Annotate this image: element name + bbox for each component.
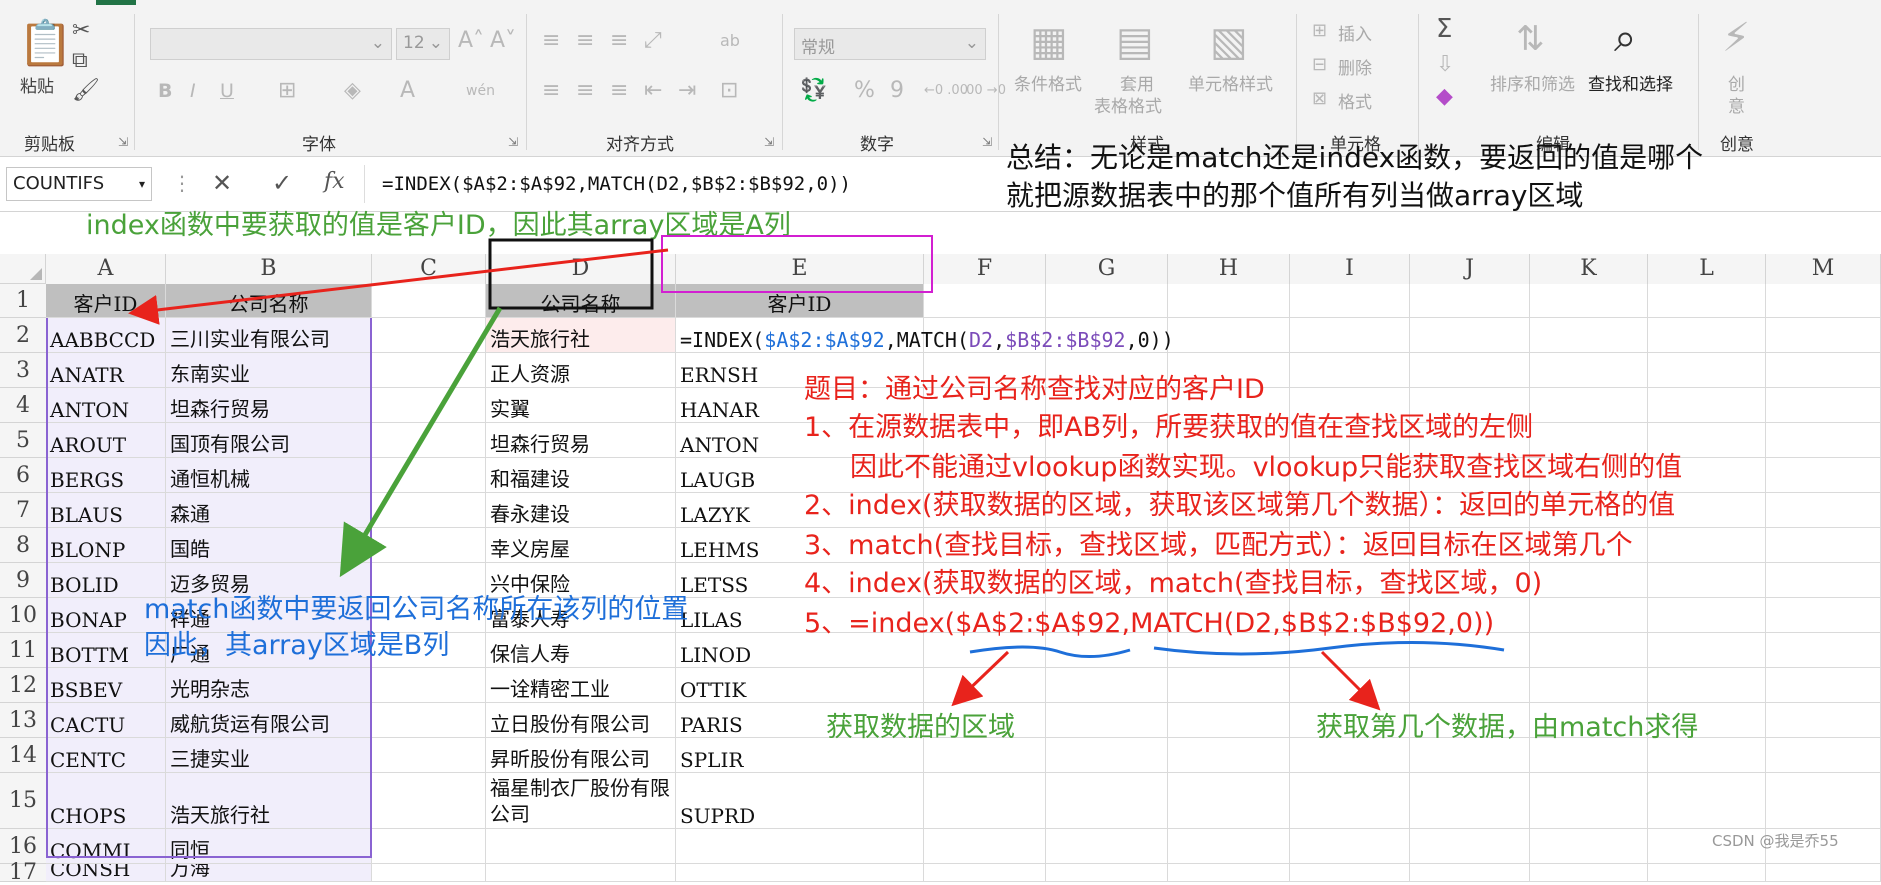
formula-part-p2: $A$2:$A$92 xyxy=(764,328,885,352)
area-arrow xyxy=(951,650,1010,707)
cell-D17[interactable] xyxy=(486,864,676,882)
cell-I17[interactable] xyxy=(1290,864,1410,882)
row-header-17[interactable]: 17 xyxy=(0,862,46,884)
formula-part-p4: D2 xyxy=(969,328,994,352)
cell-C17[interactable] xyxy=(372,864,486,882)
underline-area xyxy=(969,645,1131,659)
cell-G17[interactable] xyxy=(1046,864,1168,882)
cell-K17[interactable] xyxy=(1530,864,1648,882)
formula-part-p6: $B$2:$B$92 xyxy=(1005,328,1126,352)
e1-highlight-box xyxy=(661,235,933,293)
cell-B17[interactable]: 万海 xyxy=(166,864,372,882)
cell-F17[interactable] xyxy=(924,864,1046,882)
d1-highlight-box xyxy=(488,238,654,310)
nth-arrow xyxy=(1320,650,1381,711)
cell-L17[interactable] xyxy=(1648,864,1766,882)
formula-part-p7: ,0)) xyxy=(1125,328,1174,352)
annotation-overlay xyxy=(128,235,1505,711)
index-arrow xyxy=(128,248,669,325)
cell-E17[interactable] xyxy=(676,864,924,882)
formula-part-p3: ,MATCH( xyxy=(884,328,970,352)
cell-J17[interactable] xyxy=(1410,864,1530,882)
match-arrow xyxy=(339,306,503,578)
formula-part-p5: , xyxy=(993,328,1006,352)
cell-H17[interactable] xyxy=(1168,864,1290,882)
formula-part-p1: =INDEX( xyxy=(680,328,765,352)
underline-nth xyxy=(1153,640,1505,656)
cell-A17[interactable]: CONSH xyxy=(46,864,166,882)
cell-E2[interactable]: =INDEX($A$2:$A$92 ,MATCH(D2, $B$2:$B$92,0)… xyxy=(676,318,1174,353)
cell-M17[interactable] xyxy=(1766,864,1881,882)
